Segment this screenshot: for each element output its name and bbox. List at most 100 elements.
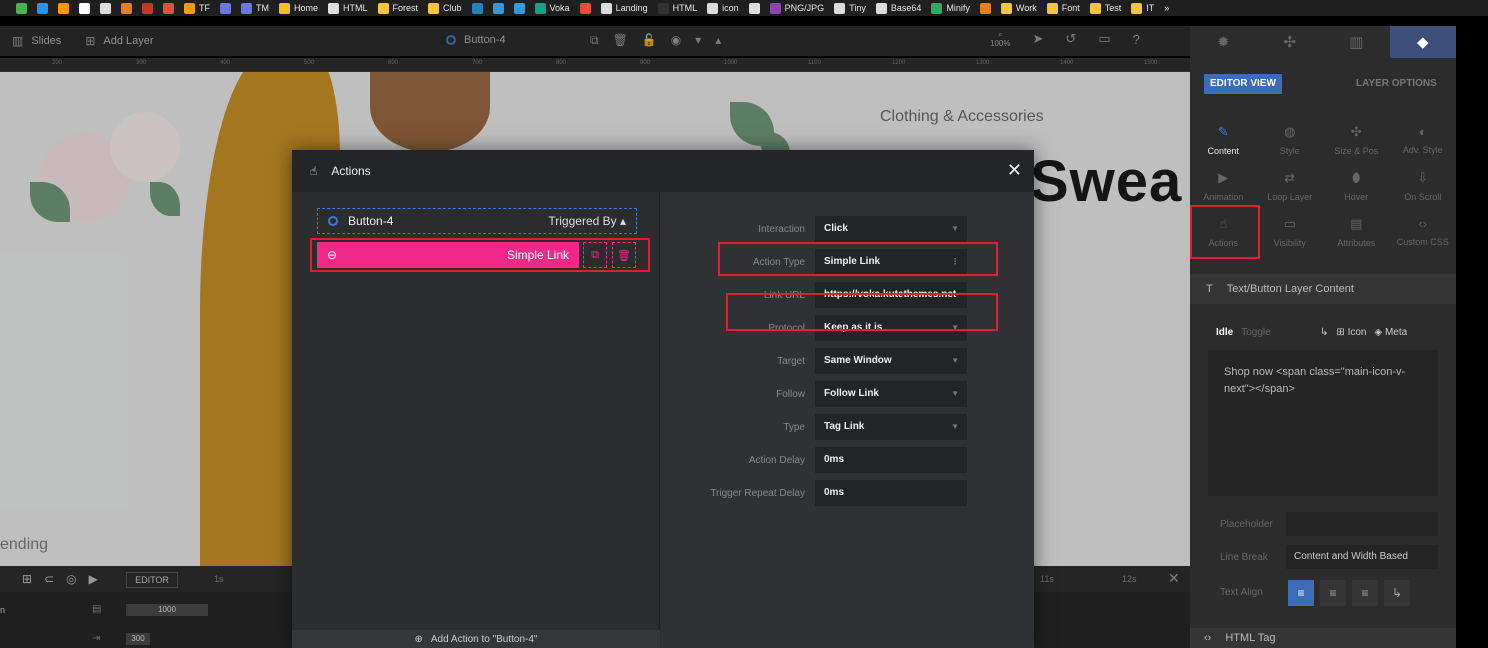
bookmark-item[interactable]: »: [1164, 3, 1169, 13]
layer-options-tab[interactable]: LAYER OPTIONS: [1356, 78, 1437, 89]
navigation-tab[interactable]: ✣: [1256, 26, 1323, 58]
layer-content-textarea[interactable]: Shop now <span class="main-icon-v-next">…: [1208, 350, 1438, 496]
text-button-content-section[interactable]: T Text/Button Layer Content: [1190, 274, 1456, 304]
bookmark-item[interactable]: [748, 2, 760, 14]
settings-tab[interactable]: ✹: [1190, 26, 1257, 58]
html-tag-section[interactable]: ‹› HTML Tag: [1190, 628, 1456, 648]
trigger-layer-row[interactable]: Button-4 Triggered By ▴: [317, 208, 637, 234]
align-reset-icon[interactable]: ↳: [1384, 580, 1410, 606]
text-icon: T: [1206, 283, 1213, 295]
bookmark-item[interactable]: [79, 2, 90, 14]
bookmark-item[interactable]: Tiny: [834, 2, 866, 14]
add-action-button[interactable]: ⊕ Add Action to "Button-4": [292, 630, 660, 648]
bookmark-favicon-icon: [471, 2, 483, 14]
close-icon[interactable]: ✕: [1007, 160, 1022, 181]
bookmark-item[interactable]: Minify: [931, 2, 970, 14]
field-select[interactable]: Same Window ▼: [815, 348, 967, 374]
bookmark-item[interactable]: [142, 2, 153, 14]
custom-css-option[interactable]: ‹› Custom CSS: [1390, 216, 1457, 248]
bookmark-item[interactable]: PNG/JPG: [769, 2, 824, 14]
align-right-icon[interactable]: ≡: [1352, 580, 1378, 606]
bookmark-item[interactable]: Test: [1089, 2, 1121, 14]
placeholder-input[interactable]: [1286, 512, 1438, 536]
line-break-label: Line Break: [1220, 552, 1268, 563]
style-option[interactable]: ◍ Style: [1257, 124, 1324, 156]
bookmark-item[interactable]: Forest: [377, 2, 418, 14]
field-select[interactable]: Tag Link ▼: [815, 414, 967, 440]
animation-option[interactable]: ▶ Animation: [1190, 170, 1257, 202]
bookmark-favicon-icon: [834, 2, 846, 14]
bookmark-item[interactable]: [979, 2, 991, 14]
bookmark-item[interactable]: [163, 2, 174, 14]
on-scroll-option[interactable]: ⇩ On Scroll: [1390, 170, 1457, 202]
align-center-icon[interactable]: ≡: [1320, 580, 1346, 606]
bookmark-label: icon: [722, 3, 739, 13]
chevron-down-icon: ▼: [951, 422, 959, 431]
field-select[interactable]: Click ▼: [815, 216, 967, 242]
bookmark-item[interactable]: Club: [428, 2, 462, 14]
insert-icon-button[interactable]: ⊞ Icon: [1336, 327, 1366, 338]
field-input[interactable]: 0ms: [815, 480, 967, 506]
bookmark-item[interactable]: icon: [707, 2, 739, 14]
bookmark-item[interactable]: [58, 2, 69, 14]
bookmark-item[interactable]: HTML: [328, 2, 368, 14]
bookmark-item[interactable]: [492, 2, 504, 14]
chevron-down-icon: ▼: [951, 356, 959, 365]
bookmark-label: »: [1164, 3, 1170, 13]
visibility-option[interactable]: ▭ Visibility: [1257, 216, 1324, 248]
bookmark-label: IT: [1146, 3, 1155, 13]
bookmark-item[interactable]: Home: [279, 2, 318, 14]
field-label: Follow: [776, 389, 805, 400]
bookmarks-bar: TF TM Home HTML Forest Club Voka Landing HTML ico…: [0, 0, 1488, 16]
bookmark-favicon-icon: [241, 2, 252, 14]
move-icon: ✣: [1283, 34, 1297, 51]
size-pos-option[interactable]: ✣ Size & Pos: [1323, 124, 1390, 156]
idle-state[interactable]: Idle: [1216, 327, 1233, 338]
code-icon: ‹›: [1418, 216, 1428, 231]
bookmark-item[interactable]: Work: [1000, 2, 1037, 14]
bookmark-item[interactable]: [471, 2, 483, 14]
layers-tab[interactable]: ◆: [1389, 26, 1456, 58]
adv-style-option[interactable]: ◐ Adv. Style: [1390, 124, 1457, 156]
bookmark-item[interactable]: [579, 2, 591, 14]
bookmark-item[interactable]: Voka: [534, 2, 570, 14]
chevron-down-icon: ▼: [951, 224, 959, 233]
play-icon: ▶: [1218, 170, 1229, 185]
bookmark-item[interactable]: Base64: [875, 2, 921, 14]
bookmark-item[interactable]: TF: [184, 2, 210, 14]
bookmark-item[interactable]: [100, 2, 111, 14]
bookmark-item[interactable]: [37, 2, 48, 14]
bookmark-favicon-icon: [769, 2, 781, 14]
loop-layer-option[interactable]: ⇄ Loop Layer: [1257, 170, 1324, 202]
monitor-icon: ▭: [1283, 216, 1296, 231]
line-break-select[interactable]: Content and Width Based: [1286, 545, 1438, 569]
bookmark-item[interactable]: [220, 2, 231, 14]
bookmark-item[interactable]: IT: [1131, 2, 1155, 14]
bookmark-item[interactable]: Font: [1046, 2, 1080, 14]
slides-tab[interactable]: ▥: [1323, 26, 1390, 58]
bookmark-favicon-icon: [37, 2, 48, 14]
line-break-icon[interactable]: ↳: [1320, 327, 1328, 338]
field-input[interactable]: 0ms: [815, 447, 967, 473]
field-select[interactable]: Follow Link ▼: [815, 381, 967, 407]
bookmark-item[interactable]: HTML: [657, 2, 697, 14]
insert-meta-button[interactable]: ◈ Meta: [1374, 327, 1407, 338]
field-target: Target Same Window ▼: [661, 348, 1034, 374]
hover-option[interactable]: ⬮ Hover: [1323, 170, 1390, 202]
bookmark-favicon-icon: [1131, 2, 1143, 14]
bookmark-item[interactable]: [121, 2, 132, 14]
bookmark-item[interactable]: TM: [241, 2, 269, 14]
align-left-icon[interactable]: ≡: [1288, 580, 1314, 606]
bookmark-favicon-icon: [492, 2, 504, 14]
bookmark-item[interactable]: [16, 2, 27, 14]
content-option[interactable]: ✎ Content: [1190, 124, 1257, 156]
triggered-by-toggle[interactable]: Triggered By ▴: [548, 214, 626, 228]
bookmark-favicon-icon: [931, 2, 943, 14]
bookmark-item[interactable]: [513, 2, 525, 14]
toggle-state[interactable]: Toggle: [1241, 327, 1270, 338]
move-icon: ✣: [1350, 124, 1362, 139]
attributes-option[interactable]: ▤ Attributes: [1323, 216, 1390, 248]
editor-view-tab[interactable]: EDITOR VIEW: [1204, 74, 1282, 94]
bookmark-favicon-icon: [328, 2, 340, 14]
bookmark-item[interactable]: Landing: [600, 2, 648, 14]
